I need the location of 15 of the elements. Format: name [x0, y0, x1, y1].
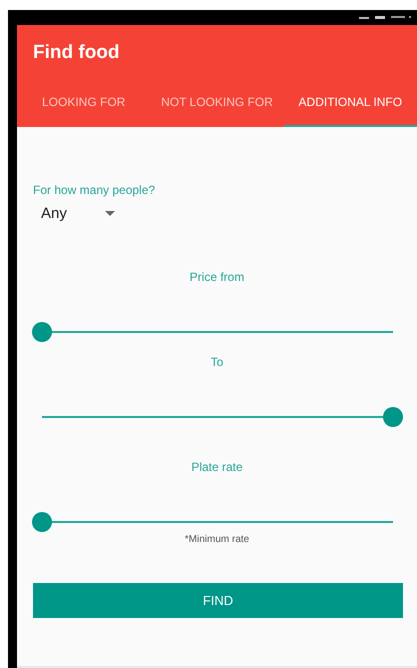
- tab[interactable]: LOOKING FOR: [17, 79, 150, 127]
- slider-thumb[interactable]: [32, 512, 52, 532]
- field-label: For how many people?: [33, 183, 156, 197]
- tab[interactable]: NOT LOOKING FOR: [150, 79, 284, 127]
- slider-thumb[interactable]: [32, 322, 52, 342]
- caret-icon: [104, 211, 115, 216]
- slider-label: To: [210, 355, 224, 369]
- slider-label: Plate rate: [191, 460, 243, 474]
- find-button[interactable]: FIND: [33, 583, 403, 618]
- slider-thumb[interactable]: [383, 407, 403, 427]
- status-icons-drawing: [359, 14, 411, 20]
- slider-label: Price from: [190, 270, 244, 284]
- people-dropdown[interactable]: Any: [41, 205, 115, 222]
- slider-note: *Minimum rate: [184, 534, 250, 545]
- app-title: Find food: [32, 41, 121, 64]
